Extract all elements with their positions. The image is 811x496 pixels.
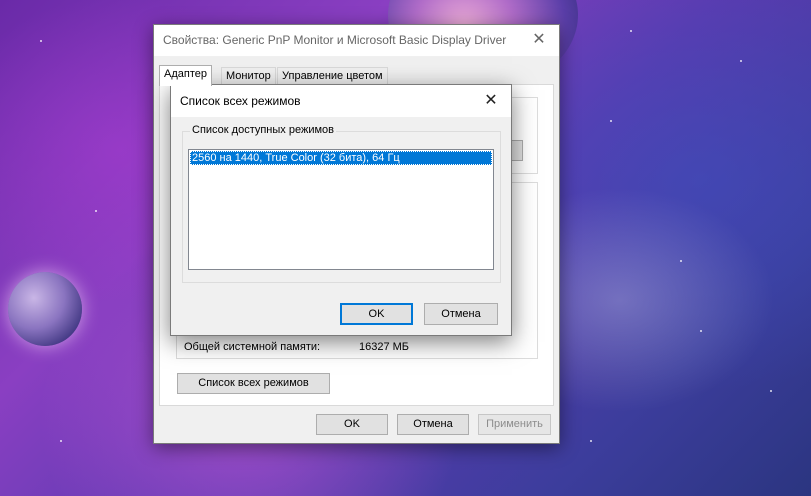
list-all-modes-dialog: Список всех режимов ✕ Список доступных р… xyxy=(170,84,512,336)
star xyxy=(590,440,592,442)
tab-color-management[interactable]: Управление цветом xyxy=(277,67,388,85)
list-all-modes-button[interactable]: Список всех режимов xyxy=(177,373,330,394)
star xyxy=(40,40,42,42)
star xyxy=(700,330,702,332)
system-memory-label: Общей системной памяти: xyxy=(184,341,321,353)
ok-button[interactable]: OK xyxy=(316,414,388,435)
planet-image xyxy=(8,272,82,346)
system-memory-value: 16327 МБ xyxy=(359,341,410,353)
star xyxy=(740,60,742,62)
available-modes-label: Список доступных режимов xyxy=(190,124,336,136)
title-bar: Свойства: Generic PnP Monitor и Microsof… xyxy=(154,25,559,56)
star xyxy=(770,390,772,392)
close-icon[interactable]: ✕ xyxy=(471,85,511,117)
star xyxy=(95,210,97,212)
mode-list-item[interactable]: 2560 на 1440, True Color (32 бита), 64 Г… xyxy=(190,151,492,165)
dialog-title-bar: Список всех режимов ✕ xyxy=(171,85,511,117)
window-title: Свойства: Generic PnP Monitor и Microsof… xyxy=(163,33,507,47)
star xyxy=(610,120,612,122)
system-memory-row: Общей системной памяти: 16327 МБ xyxy=(184,341,524,355)
cancel-button[interactable]: Отмена xyxy=(397,414,469,435)
apply-button: Применить xyxy=(478,414,551,435)
tab-adapter[interactable]: Адаптер xyxy=(159,65,212,86)
dialog-ok-button[interactable]: OK xyxy=(340,303,413,325)
star xyxy=(680,260,682,262)
tab-monitor[interactable]: Монитор xyxy=(221,67,276,85)
star xyxy=(60,440,62,442)
available-modes-group: Список доступных режимов 2560 на 1440, T… xyxy=(182,124,501,283)
modes-listbox[interactable]: 2560 на 1440, True Color (32 бита), 64 Г… xyxy=(188,149,494,270)
close-icon[interactable]: ✕ xyxy=(519,25,559,55)
dialog-title: Список всех режимов xyxy=(180,94,301,108)
dialog-cancel-button[interactable]: Отмена xyxy=(424,303,498,325)
star xyxy=(630,30,632,32)
